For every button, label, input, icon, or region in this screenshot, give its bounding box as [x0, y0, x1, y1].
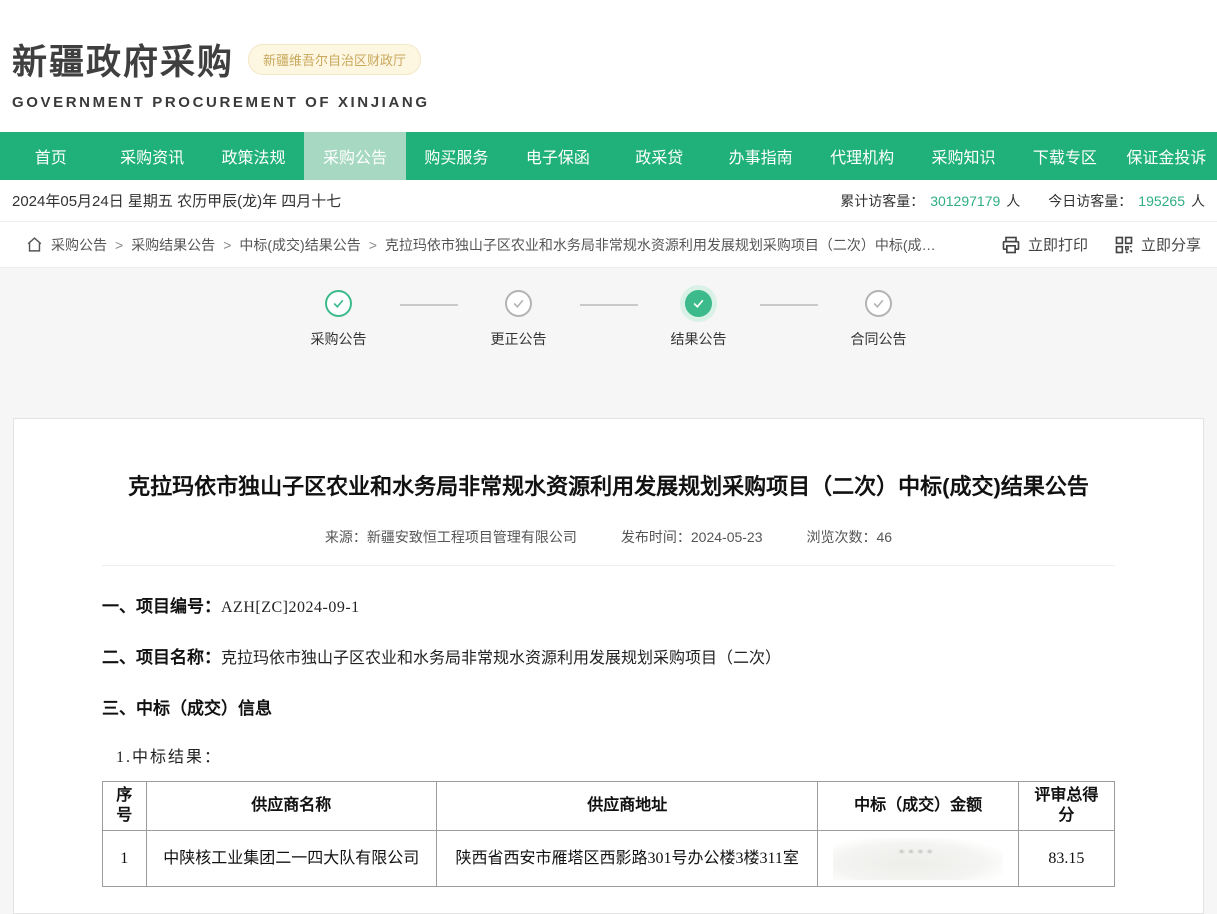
total-visits-unit: 人 — [1006, 191, 1020, 211]
award-result-label: 1.中标结果： — [116, 743, 1115, 767]
col-header-address: 供应商地址 — [436, 782, 818, 831]
project-number-row: 一、项目编号：AZH[ZC]2024-09-1 — [102, 592, 1115, 617]
print-label: 立即打印 — [1028, 234, 1088, 255]
step-label: 更正公告 — [491, 329, 547, 349]
nav-item-procurement-news[interactable]: 采购资讯 — [101, 132, 202, 180]
table-header-row: 序号 供应商名称 供应商地址 中标（成交）金额 评审总得分 — [103, 782, 1115, 831]
article-meta: 来源：新疆安致恒工程项目管理有限公司 发布时间：2024-05-23 浏览次数：… — [102, 527, 1115, 566]
visitor-stats: 累计访客量： 301297179 人 今日访客量： 195265 人 — [840, 191, 1205, 211]
step-label: 采购公告 — [311, 329, 367, 349]
nav-item-procurement-knowledge[interactable]: 采购知识 — [913, 132, 1014, 180]
publish-time-label: 发布时间： — [621, 529, 691, 545]
today-visits-value: 195265 — [1138, 193, 1185, 209]
check-icon — [865, 290, 892, 317]
step-connector — [760, 304, 818, 306]
step-contract-announcement[interactable]: 合同公告 — [848, 290, 910, 349]
nav-item-service-guide[interactable]: 办事指南 — [710, 132, 811, 180]
project-name-label: 二、项目名称： — [102, 648, 221, 667]
nav-item-procurement-loan[interactable]: 政采贷 — [609, 132, 710, 180]
nav-item-e-guarantee[interactable]: 电子保函 — [507, 132, 608, 180]
site-header: 新疆政府采购 新疆维吾尔自治区财政厅 GOVERNMENT PROCUREMEN… — [0, 0, 1217, 132]
step-label: 合同公告 — [851, 329, 907, 349]
info-bar: 2024年05月24日 星期五 农历甲辰(龙)年 四月十七 累计访客量： 301… — [0, 180, 1217, 222]
views-label: 浏览次数： — [807, 529, 877, 545]
source-label: 来源： — [325, 529, 367, 545]
nav-item-purchase-services[interactable]: 购买服务 — [406, 132, 507, 180]
qr-share-icon — [1114, 235, 1134, 255]
breadcrumb-bar: 采购公告 采购结果公告 中标(成交)结果公告 克拉玛依市独山子区农业和水务局非常… — [0, 222, 1217, 268]
nav-item-deposit-complaints[interactable]: 保证金投诉 — [1116, 132, 1217, 180]
content-zone: 克拉玛依市独山子区农业和水务局非常规水资源利用发展规划采购项目（二次）中标(成交… — [0, 418, 1217, 914]
check-icon — [685, 290, 712, 317]
logo-subtitle: GOVERNMENT PROCUREMENT OF XINJIANG — [12, 94, 430, 111]
cell-address: 陕西省西安市雁塔区西影路301号办公楼3楼311室 — [436, 831, 818, 887]
home-icon[interactable] — [26, 236, 43, 253]
project-name-row: 二、项目名称：克拉玛依市独山子区农业和水务局非常规水资源利用发展规划采购项目（二… — [102, 643, 1115, 668]
today-visits-unit: 人 — [1191, 191, 1205, 211]
date-text: 2024年05月24日 星期五 农历甲辰(龙)年 四月十七 — [12, 190, 341, 211]
nav-item-policies[interactable]: 政策法规 — [203, 132, 304, 180]
views-value: 46 — [877, 529, 893, 545]
nav-item-procurement-announcements[interactable]: 采购公告 — [304, 132, 405, 180]
step-procurement-announcement[interactable]: 采购公告 — [308, 290, 370, 349]
logo-title: 新疆政府采购 — [12, 34, 234, 85]
site-logo: 新疆政府采购 新疆维吾尔自治区财政厅 GOVERNMENT PROCUREMEN… — [12, 34, 430, 111]
cell-no: 1 — [103, 831, 147, 887]
cell-score: 83.15 — [1018, 831, 1114, 887]
step-connector — [580, 304, 638, 306]
today-visits-label: 今日访客量： — [1048, 191, 1132, 211]
nav-item-home[interactable]: 首页 — [0, 132, 101, 180]
breadcrumb: 采购公告 采购结果公告 中标(成交)结果公告 克拉玛依市独山子区农业和水务局非常… — [26, 235, 945, 255]
print-button[interactable]: 立即打印 — [1001, 234, 1088, 255]
page-title: 克拉玛依市独山子区农业和水务局非常规水资源利用发展规划采购项目（二次）中标(成交… — [102, 471, 1115, 503]
award-info-heading: 三、中标（成交）信息 — [102, 694, 1115, 719]
breadcrumb-item[interactable]: 采购公告 — [51, 235, 131, 255]
main-nav: 首页 采购资讯 政策法规 采购公告 购买服务 电子保函 政采贷 办事指南 代理机… — [0, 132, 1217, 180]
col-header-score: 评审总得分 — [1018, 782, 1114, 831]
redacted-amount-blur: ---- — [833, 838, 1003, 880]
step-result-announcement[interactable]: 结果公告 — [668, 290, 730, 349]
check-icon — [505, 290, 532, 317]
source-value: 新疆安致恒工程项目管理有限公司 — [367, 529, 577, 545]
step-correction-announcement[interactable]: 更正公告 — [488, 290, 550, 349]
nav-item-downloads[interactable]: 下载专区 — [1014, 132, 1115, 180]
col-header-amount: 中标（成交）金额 — [818, 782, 1018, 831]
step-connector — [400, 304, 458, 306]
project-name-value: 克拉玛依市独山子区农业和水务局非常规水资源利用发展规划采购项目（二次） — [221, 650, 781, 667]
check-icon — [325, 290, 352, 317]
share-label: 立即分享 — [1141, 234, 1201, 255]
breadcrumb-item[interactable]: 采购结果公告 — [131, 235, 239, 255]
printer-icon — [1001, 235, 1021, 255]
announcement-card: 克拉玛依市独山子区农业和水务局非常规水资源利用发展规划采购项目（二次）中标(成交… — [13, 418, 1204, 914]
announcement-steps-zone: 采购公告 更正公告 结果公告 合同公告 — [0, 268, 1217, 418]
step-label: 结果公告 — [671, 329, 727, 349]
project-number-label: 一、项目编号： — [102, 597, 221, 616]
publish-time-value: 2024-05-23 — [691, 529, 763, 545]
award-result-table: 序号 供应商名称 供应商地址 中标（成交）金额 评审总得分 1 中陕核工业集团二… — [102, 781, 1115, 887]
col-header-no: 序号 — [103, 782, 147, 831]
finance-dept-badge: 新疆维吾尔自治区财政厅 — [248, 44, 421, 75]
cell-supplier: 中陕核工业集团二一四大队有限公司 — [146, 831, 436, 887]
breadcrumb-item-current: 克拉玛依市独山子区农业和水务局非常规水资源利用发展规划采购项目（二次）中标(成交… — [385, 235, 945, 255]
cell-amount-redacted: ---- — [818, 831, 1018, 887]
breadcrumb-item[interactable]: 中标(成交)结果公告 — [239, 235, 385, 255]
announcement-steps: 采购公告 更正公告 结果公告 合同公告 — [0, 268, 1217, 349]
share-button[interactable]: 立即分享 — [1114, 234, 1201, 255]
project-number-value: AZH[ZC]2024-09-1 — [221, 599, 360, 616]
col-header-supplier: 供应商名称 — [146, 782, 436, 831]
total-visits-label: 累计访客量： — [840, 191, 924, 211]
table-row: 1 中陕核工业集团二一四大队有限公司 陕西省西安市雁塔区西影路301号办公楼3楼… — [103, 831, 1115, 887]
nav-item-agencies[interactable]: 代理机构 — [811, 132, 912, 180]
total-visits-value: 301297179 — [930, 193, 1000, 209]
